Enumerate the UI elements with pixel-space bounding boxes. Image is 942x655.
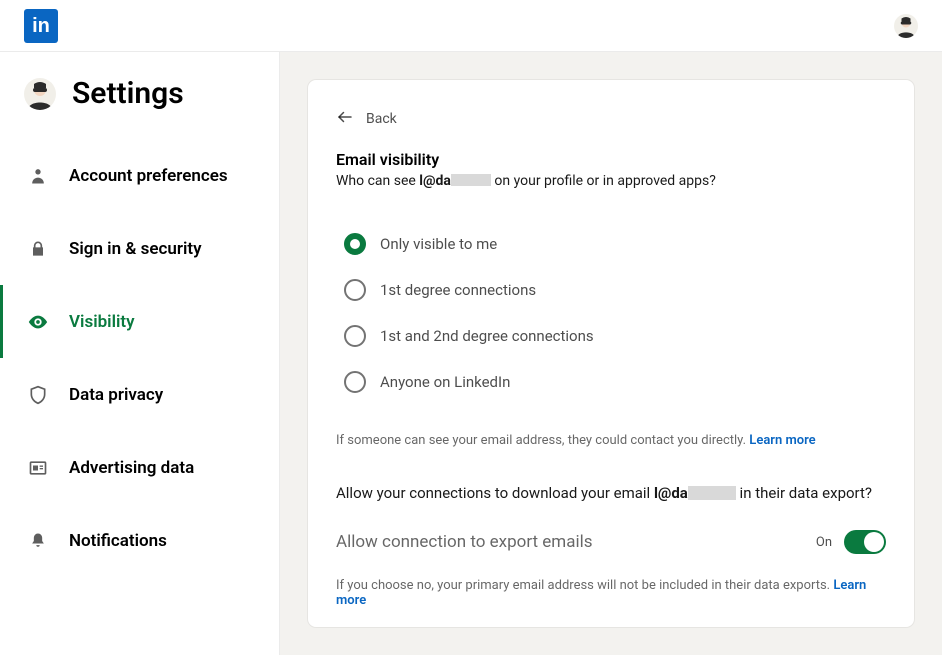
redacted-email [451,174,491,186]
sidebar-avatar[interactable] [24,78,56,110]
radio-icon [344,371,366,393]
sidebar-item-label: Sign in & security [69,239,202,259]
linkedin-logo-text: in [32,16,50,36]
settings-card: Back Email visibility Who can see l@da o… [308,80,914,627]
sidebar-header: Settings [0,76,279,139]
back-button[interactable]: Back [308,108,914,150]
redacted-email [688,486,736,500]
sidebar-item-advertising-data[interactable]: Advertising data [0,431,279,504]
helper-text-2: If you choose no, your primary email add… [308,554,914,608]
sidebar-item-account-preferences[interactable]: Account preferences [0,139,279,212]
radio-icon [344,279,366,301]
option-first-second-degree[interactable]: 1st and 2nd degree connections [344,313,878,359]
sidebar-item-label: Visibility [69,312,135,332]
export-toggle[interactable] [844,530,886,554]
sidebar-item-notifications[interactable]: Notifications [0,504,279,577]
radio-icon [344,233,366,255]
radio-icon [344,325,366,347]
section-title: Email visibility [308,150,914,169]
option-anyone[interactable]: Anyone on LinkedIn [344,359,878,405]
toggle-status: On [816,535,832,550]
linkedin-logo[interactable]: in [24,9,58,43]
learn-more-link[interactable]: Learn more [749,433,815,448]
shield-icon [27,384,49,406]
option-label: Only visible to me [380,235,497,253]
person-icon [27,165,49,187]
allow-download-text: Allow your connections to download your … [308,448,914,502]
visibility-options: Only visible to me 1st degree connection… [308,189,914,405]
toggle-label: Allow connection to export emails [336,532,593,552]
eye-icon [27,311,49,333]
avatar-icon [894,14,918,38]
main-content: Back Email visibility Who can see l@da o… [280,52,942,655]
section-subtitle: Who can see l@da on your profile or in a… [308,169,914,189]
top-bar: in [0,0,942,52]
lock-icon [27,238,49,260]
newspaper-icon [27,457,49,479]
page-title: Settings [72,76,184,111]
sidebar-item-label: Notifications [69,531,167,551]
sidebar-item-label: Data privacy [69,385,163,405]
back-label: Back [366,111,397,127]
export-toggle-row: Allow connection to export emails On [308,502,914,554]
sidebar-item-label: Account preferences [69,166,228,186]
sidebar-item-data-privacy[interactable]: Data privacy [0,358,279,431]
option-first-degree[interactable]: 1st degree connections [344,267,878,313]
option-label: 1st degree connections [380,281,536,299]
sidebar: Settings Account preferences Sign in & s… [0,52,280,655]
option-only-me[interactable]: Only visible to me [344,221,878,267]
avatar-icon [24,78,56,110]
helper-text-1: If someone can see your email address, t… [308,405,914,448]
option-label: Anyone on LinkedIn [380,373,510,391]
option-label: 1st and 2nd degree connections [380,327,594,345]
sidebar-item-label: Advertising data [69,458,194,478]
bell-icon [27,530,49,552]
sidebar-item-visibility[interactable]: Visibility [0,285,279,358]
header-avatar[interactable] [894,14,918,38]
toggle-knob [864,532,884,552]
sidebar-item-sign-in-security[interactable]: Sign in & security [0,212,279,285]
arrow-left-icon [336,108,354,130]
